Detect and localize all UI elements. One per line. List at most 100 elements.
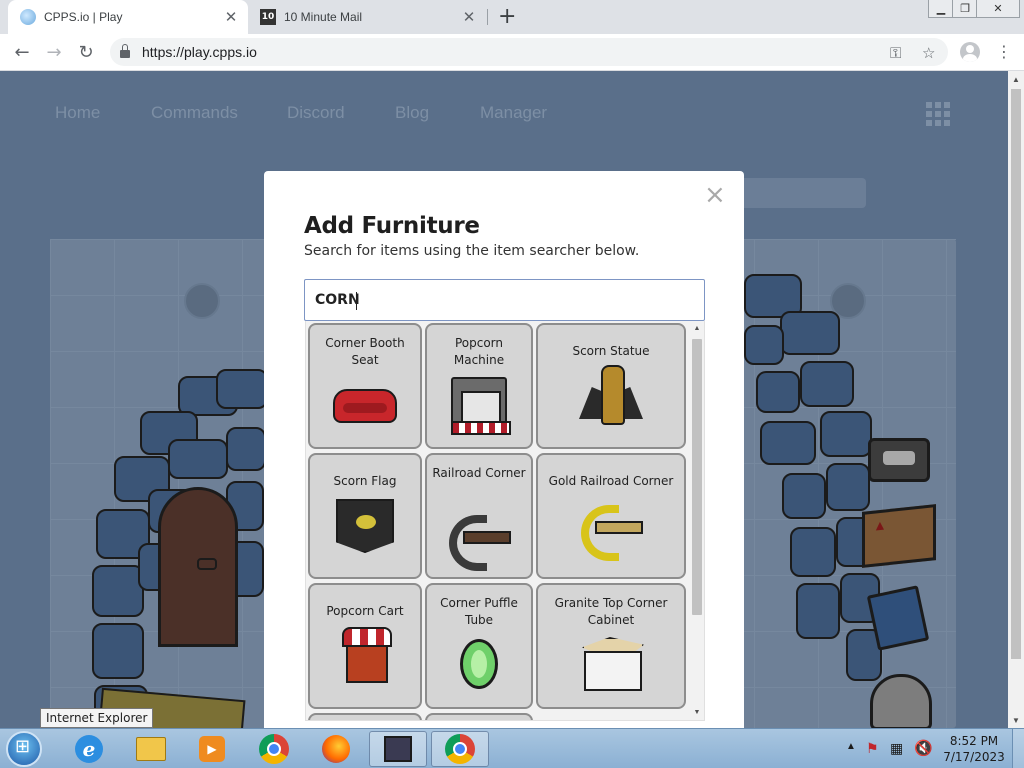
furniture-item-scorn-flag[interactable]: Scorn Flag [308, 453, 422, 579]
furniture-item-partial[interactable] [425, 713, 533, 720]
furniture-item-corner-puffle-tube[interactable]: Corner Puffle Tube [425, 583, 533, 709]
furniture-item-corner-booth-seat[interactable]: Corner Booth Seat [308, 323, 422, 449]
item-label: Granite Top Corner Cabinet [554, 596, 668, 627]
scroll-down-arrow-icon[interactable]: ▼ [689, 705, 704, 719]
key-icon[interactable]: ⚿ [890, 44, 901, 62]
nav-link-discord[interactable]: Discord [287, 103, 345, 123]
tab-title: CPPS.io | Play [44, 10, 123, 24]
wall-vent-left [184, 283, 220, 319]
search-results-list[interactable]: Corner Booth Seat Popcorn Machine Scorn … [305, 321, 705, 721]
restore-window-icon[interactable]: ❐ [952, 0, 978, 18]
puffle-tube-icon [460, 639, 498, 689]
taskbar-internet-explorer[interactable]: e [60, 731, 118, 767]
windows-taskbar: e ▶ ▲ ⚑ ▦ 🔇 8:52 PM 7/17/2023 [0, 728, 1024, 768]
system-clock[interactable]: 8:52 PM 7/17/2023 [942, 733, 1006, 765]
volume-muted-icon[interactable]: 🔇 [914, 739, 933, 757]
igloo-door[interactable] [158, 487, 238, 647]
modal-subtitle: Search for items using the item searcher… [304, 243, 640, 259]
item-label: Scorn Flag [333, 474, 397, 488]
statue-icon [579, 365, 643, 425]
taskbar-firefox[interactable] [307, 731, 365, 767]
browser-tab-strip: CPPS.io | Play ✕ 10 10 Minute Mail ✕ + ▁… [0, 0, 1024, 34]
item-label: Popcorn Cart [326, 604, 404, 618]
page-scrollbar[interactable]: ▲ ▼ [1008, 71, 1024, 728]
chrome-icon [259, 734, 289, 764]
taskbar-movie-maker[interactable] [369, 731, 427, 767]
cpps-favicon-icon [20, 9, 36, 25]
site-navigation: Home Commands Discord Blog Manager [0, 71, 1008, 155]
gold-railroad-icon [581, 505, 643, 561]
address-bar[interactable]: https://play.cpps.io ⚿ ☆ [110, 38, 948, 66]
scroll-up-arrow-icon[interactable]: ▲ [1008, 71, 1024, 87]
media-player-icon: ▶ [199, 736, 225, 762]
movie-maker-icon [384, 736, 412, 762]
reload-icon[interactable]: ↻ [74, 40, 98, 64]
item-label: Railroad Corner [432, 466, 526, 480]
furniture-box-icon[interactable] [862, 504, 936, 568]
nav-link-blog[interactable]: Blog [395, 103, 429, 123]
firefox-icon [322, 735, 350, 763]
scroll-up-arrow-icon[interactable]: ▲ [689, 321, 704, 335]
action-center-flag-icon[interactable]: ⚑ [866, 740, 879, 757]
ten-minute-mail-favicon-icon: 10 [260, 9, 276, 25]
modal-title: Add Furniture [304, 213, 480, 239]
browser-menu-icon[interactable]: ⋮ [996, 42, 1012, 61]
furniture-item-popcorn-cart[interactable]: Popcorn Cart [308, 583, 422, 709]
tray-expand-icon[interactable]: ▲ [846, 741, 856, 752]
folder-icon [136, 737, 166, 761]
furniture-item-partial[interactable] [308, 713, 422, 720]
item-label: Corner Puffle Tube [440, 596, 518, 627]
nav-link-home[interactable]: Home [55, 103, 100, 123]
taskbar-media-player[interactable]: ▶ [183, 731, 241, 767]
lock-icon [120, 44, 130, 58]
text-caret [356, 292, 357, 310]
item-label: Corner Booth Seat [325, 336, 405, 367]
page-scrollbar-thumb[interactable] [1011, 89, 1021, 659]
item-label: Scorn Statue [572, 344, 650, 358]
taskbar-tooltip: Internet Explorer [40, 708, 154, 728]
nav-link-commands[interactable]: Commands [151, 103, 238, 123]
bookmark-star-icon[interactable]: ☆ [922, 44, 935, 62]
close-window-icon[interactable]: ✕ [976, 0, 1020, 18]
server-select[interactable] [730, 178, 866, 208]
scroll-down-arrow-icon[interactable]: ▼ [1008, 712, 1024, 728]
puffle-icon[interactable] [870, 674, 932, 728]
nav-link-manager[interactable]: Manager [480, 103, 547, 123]
forward-arrow-icon[interactable]: → [42, 40, 66, 64]
item-search-input[interactable] [304, 279, 705, 321]
railroad-icon [449, 515, 511, 571]
tab-10-minute-mail[interactable]: 10 10 Minute Mail ✕ [250, 0, 486, 34]
address-url: https://play.cpps.io [142, 44, 257, 60]
furniture-item-gold-railroad-corner[interactable]: Gold Railroad Corner [536, 453, 686, 579]
internet-explorer-icon: e [75, 735, 103, 763]
apps-grid-icon[interactable] [926, 102, 950, 126]
show-desktop-button[interactable] [1012, 729, 1024, 768]
taskbar-chrome-active[interactable] [431, 731, 489, 767]
taskbar-file-explorer[interactable] [122, 731, 180, 767]
popcorn-machine-icon [451, 377, 511, 435]
close-tab-icon[interactable]: ✕ [220, 8, 242, 26]
clock-date: 7/17/2023 [943, 750, 1005, 764]
tab-title: 10 Minute Mail [284, 10, 363, 24]
profile-avatar-icon[interactable] [960, 42, 980, 62]
results-scrollbar-thumb[interactable] [692, 339, 702, 615]
back-arrow-icon[interactable]: ← [10, 40, 34, 64]
network-icon[interactable]: ▦ [890, 740, 903, 757]
music-cassette-icon[interactable] [868, 438, 930, 482]
results-scrollbar[interactable]: ▲ ▼ [689, 321, 704, 720]
furniture-item-railroad-corner[interactable]: Railroad Corner [425, 453, 533, 579]
taskbar-chrome[interactable] [245, 731, 303, 767]
tab-separator [487, 9, 488, 25]
clock-time: 8:52 PM [949, 734, 999, 748]
new-tab-icon[interactable]: + [498, 4, 516, 29]
minimize-window-icon[interactable]: ▁ [928, 0, 954, 18]
furniture-item-granite-top-corner-cabinet[interactable]: Granite Top Corner Cabinet [536, 583, 686, 709]
furniture-item-scorn-statue[interactable]: Scorn Statue [536, 323, 686, 449]
windows-start-icon[interactable] [6, 731, 42, 767]
add-furniture-modal: × Add Furniture Search for items using t… [264, 171, 744, 731]
close-icon[interactable]: × [704, 182, 726, 208]
furniture-item-popcorn-machine[interactable]: Popcorn Machine [425, 323, 533, 449]
tab-cpps-play[interactable]: CPPS.io | Play ✕ [8, 0, 248, 34]
igloo-catalog-book-icon[interactable] [866, 585, 930, 651]
close-tab-icon[interactable]: ✕ [458, 8, 480, 26]
